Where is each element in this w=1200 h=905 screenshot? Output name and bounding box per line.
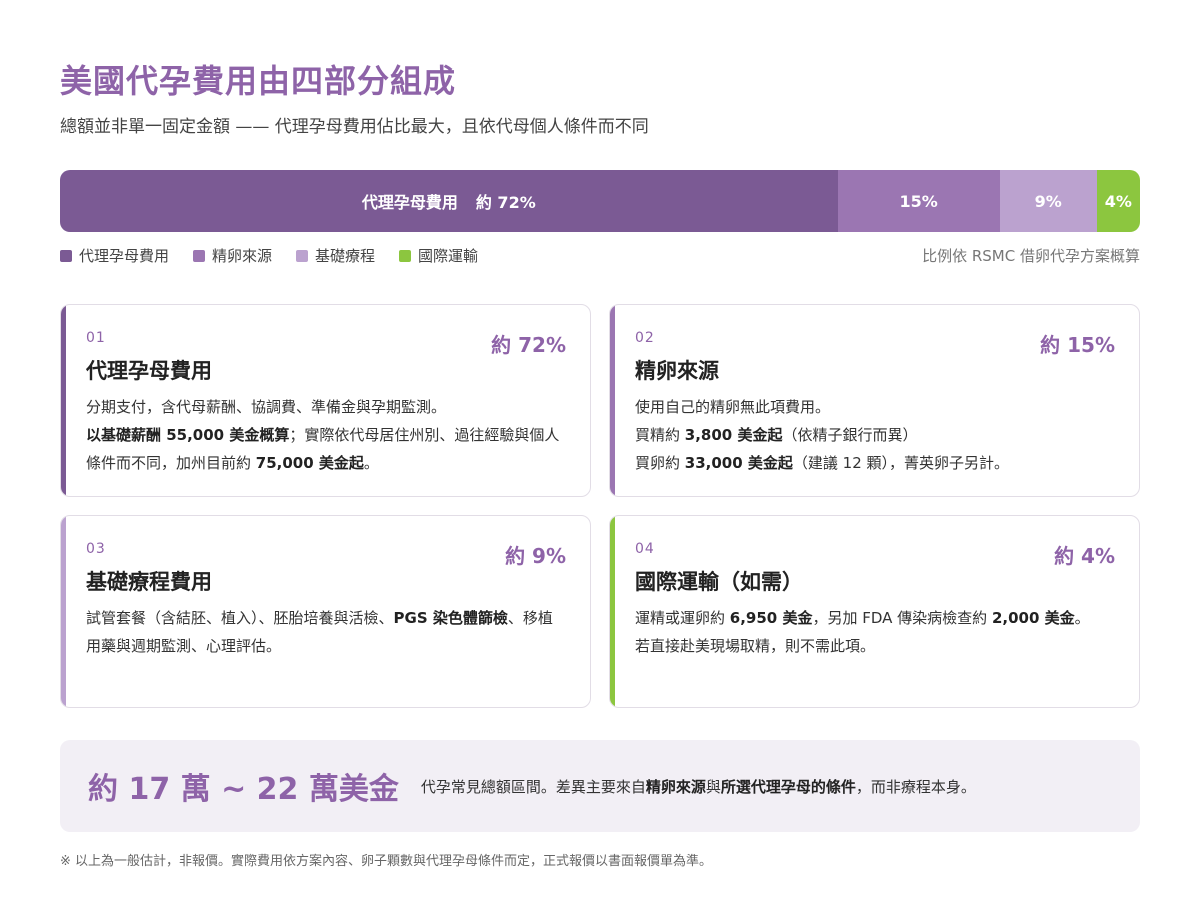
card-title: 基礎療程費用	[86, 570, 212, 594]
card-body-emphasis: 33,000 美金起	[684, 454, 793, 472]
card-body-emphasis: PGS 染色體篩檢	[393, 609, 508, 627]
card-body-text: 若直接赴美現場取精，則不需此項。	[635, 637, 876, 655]
card-number: 03	[86, 541, 106, 557]
cost-card-gametes: 02 約 15% 精卵來源 使用自己的精卵無此項費用。 買精約 3,800 美金起（依精…	[609, 304, 1140, 497]
card-body-text: 試管套餐（含結胚、植入）、胚胎培養與活檢、	[86, 609, 394, 627]
card-accent-bar	[61, 516, 66, 707]
cost-card-treatment: 03 約 9% 基礎療程費用試管套餐（含結胚、植入）、胚胎培養與活檢、PGS 染色體…	[60, 515, 591, 708]
card-body-line: 以基礎薪酬 55,000 美金概算；實際依代母居住州別、過往經驗與個人條件而不同…	[86, 421, 566, 477]
bar-segment-label: 15%	[899, 191, 938, 211]
card-number: 02	[635, 330, 655, 346]
card-body: 分期支付，含代母薪酬、協調費、準備金與孕期監測。 以基礎薪酬 55,000 美金概…	[86, 393, 566, 477]
card-percentage: 約 4%	[1054, 544, 1115, 568]
legend-swatch	[296, 249, 309, 262]
cost-card-surrogate: 01 約 72% 代理孕母費用 分期支付，含代母薪酬、協調費、準備金與孕期監測。 以基礎…	[60, 304, 591, 497]
legend-label: 基礎療程	[315, 247, 376, 265]
card-body-text: ，另加 FDA 傳染病檢查約	[812, 609, 992, 627]
card-percentage: 約 72%	[491, 333, 566, 357]
page-title: 美國代孕費用由四部分組成	[60, 62, 457, 100]
stacked-bar-chart: 代理孕母費用約 72% 15% 9% 4%	[60, 170, 1140, 232]
card-body-line: 分期支付，含代母薪酬、協調費、準備金與孕期監測。	[86, 393, 566, 421]
legend-item: 基礎療程	[296, 245, 375, 266]
total-summary: 約 17 萬 ~ 22 萬美金 代孕常見總額區間。差異主要來自精卵來源與所選代理…	[60, 740, 1140, 832]
legend-item: 代理孕母費用	[60, 245, 169, 266]
card-body-line: 運精或運卵約 6,950 美金，另加 FDA 傳染病檢查約 2,000 美金。	[635, 604, 1115, 632]
cost-card-shipping: 04 約 4% 國際運輸（如需） 運精或運卵約 6,950 美金，另加 FDA 傳染病…	[609, 515, 1140, 708]
card-accent-bar	[61, 305, 66, 496]
summary-emphasis: 所選代理孕母的條件	[720, 777, 856, 796]
bar-segment-label: 4%	[1104, 191, 1132, 211]
card-body-line: 買精約 3,800 美金起（依精子銀行而異）	[635, 421, 1115, 449]
legend-swatch	[60, 249, 72, 262]
card-body-emphasis: 75,000 美金起	[255, 454, 364, 472]
card-number: 01	[86, 330, 106, 346]
bar-segment-3: 9%	[999, 170, 1097, 232]
card-body-line: 試管套餐（含結胚、植入）、胚胎培養與活檢、PGS 染色體篩檢、移植用藥與週期監測…	[86, 604, 566, 660]
card-body-emphasis: 以基礎薪酬 55,000 美金概算	[86, 426, 290, 444]
card-percentage: 約 15%	[1040, 333, 1115, 357]
legend-item: 精卵來源	[193, 245, 272, 266]
card-body-text: （依精子銀行而異）	[782, 426, 918, 444]
bar-segment-4: 4%	[1096, 170, 1140, 232]
legend-swatch	[193, 249, 206, 262]
card-title: 精卵來源	[635, 359, 719, 383]
card-body: 運精或運卵約 6,950 美金，另加 FDA 傳染病檢查約 2,000 美金。若…	[635, 604, 1115, 660]
bar-segment-2: 15%	[837, 170, 1000, 232]
card-body-text: 。	[1074, 609, 1090, 627]
bar-segment-label: 9%	[1034, 191, 1062, 211]
card-body-line: 買卵約 33,000 美金起（建議 12 顆），菁英卵子另計。	[635, 449, 1115, 477]
summary-run: 代孕常見總額區間。差異主要來自	[420, 777, 646, 796]
card-body-text: （建議 12 顆），菁英卵子另計。	[792, 454, 1010, 472]
card-body-line: 使用自己的精卵無此項費用。	[635, 393, 1115, 421]
card-body: 使用自己的精卵無此項費用。 買精約 3,800 美金起（依精子銀行而異） 買卵約 3…	[635, 393, 1115, 477]
legend-item: 國際運輸	[399, 245, 478, 266]
summary-text: 代孕常見總額區間。差異主要來自精卵來源與所選代理孕母的條件，而非療程本身。	[421, 776, 976, 797]
summary-run: ，而非療程本身。	[855, 777, 976, 796]
footnote: ※ 以上為一般估計，非報價。實際費用依方案內容、卵子顆數與代理孕母條件而定，正式…	[60, 854, 713, 869]
card-body-emphasis: 3,800 美金起	[684, 426, 783, 444]
summary-run: 與	[705, 777, 721, 796]
total-range: 約 17 萬 ~ 22 萬美金	[88, 772, 399, 807]
card-body-text: 。	[363, 454, 379, 472]
chart-note: 比例依 RSMC 借卵代孕方案概算	[922, 247, 1140, 265]
bar-segment-name: 代理孕母費用	[361, 193, 458, 212]
bar-segment-label: 約 72%	[475, 193, 536, 212]
legend-swatch	[399, 249, 412, 262]
legend-label: 精卵來源	[212, 247, 273, 265]
card-body: 試管套餐（含結胚、植入）、胚胎培養與活檢、PGS 染色體篩檢、移植用藥與週期監測…	[86, 604, 566, 660]
card-body-text: 買卵約	[635, 454, 685, 472]
card-accent-bar	[610, 305, 615, 496]
bar-segment-1: 代理孕母費用約 72%	[60, 170, 838, 232]
summary-emphasis: 精卵來源	[645, 777, 706, 796]
card-body-text: 使用自己的精卵無此項費用。	[635, 398, 831, 416]
card-body-line: 若直接赴美現場取精，則不需此項。	[635, 632, 1115, 660]
card-body-text: 分期支付，含代母薪酬、協調費、準備金與孕期監測。	[86, 398, 447, 416]
legend-label: 國際運輸	[418, 247, 479, 265]
card-accent-bar	[610, 516, 615, 707]
card-title: 代理孕母費用	[86, 359, 212, 383]
legend-label: 代理孕母費用	[79, 247, 170, 265]
card-body-emphasis: 2,000 美金	[991, 609, 1075, 627]
card-body-emphasis: 6,950 美金	[729, 609, 813, 627]
page-subtitle: 總額並非單一固定金額 —— 代理孕母費用佔比最大，且依代母個人條件而不同	[60, 117, 649, 137]
card-title: 國際運輸（如需）	[635, 570, 803, 594]
card-body-text: 買精約	[635, 426, 685, 444]
card-body-text: 運精或運卵約	[635, 609, 730, 627]
chart-legend: 代理孕母費用 精卵來源 基礎療程 國際運輸	[60, 245, 502, 266]
card-percentage: 約 9%	[505, 544, 566, 568]
card-number: 04	[635, 541, 655, 557]
